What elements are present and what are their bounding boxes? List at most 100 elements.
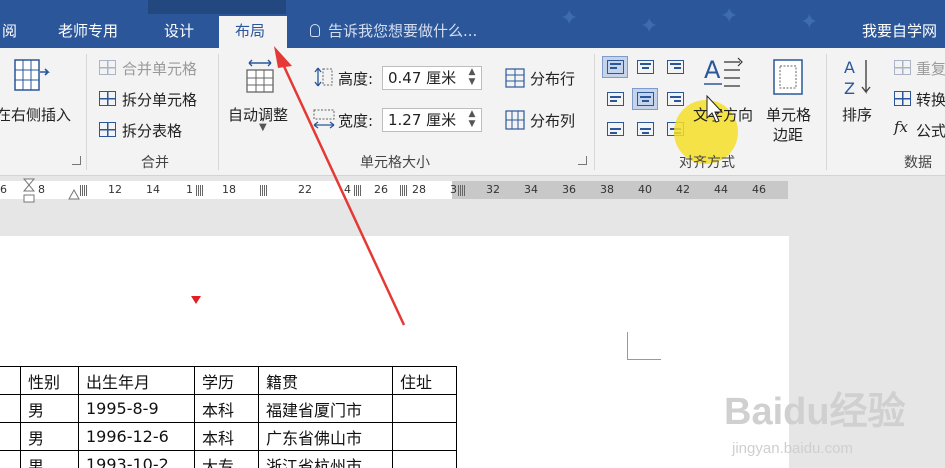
- spinner-arrows-icon[interactable]: ▲ ▼: [467, 109, 477, 129]
- split-table-icon: [99, 122, 116, 137]
- table-cell[interactable]: [392, 422, 457, 451]
- table-cell[interactable]: 浙江省杭州市: [258, 450, 393, 468]
- tab-teacher[interactable]: 老师专用: [42, 16, 134, 48]
- indent-marker-icon[interactable]: [22, 177, 36, 205]
- sort-label: 排序: [842, 106, 873, 124]
- height-label: 高度:: [338, 70, 374, 88]
- tab-layout[interactable]: 布局: [219, 16, 287, 48]
- ruler-number: 36: [562, 183, 576, 196]
- align-top-right-button[interactable]: [662, 56, 688, 78]
- table-row: 男 1995-8-9 本科 福建省厦门市: [0, 394, 457, 423]
- background-decoration: ✦: [800, 10, 819, 35]
- ruler-column-marker[interactable]: [80, 185, 88, 196]
- align-bottom-left-button[interactable]: [602, 118, 628, 140]
- split-cells-button[interactable]: 拆分单元格: [122, 89, 197, 110]
- group-label-merge: 合并: [141, 155, 169, 171]
- table-row: 性别 出生年月 学历 籍贯 住址: [0, 366, 457, 395]
- align-top-center-button[interactable]: [632, 56, 658, 78]
- svg-text:A: A: [704, 56, 721, 84]
- table-cell[interactable]: [0, 422, 21, 451]
- group-label-alignment: 对齐方式: [679, 155, 735, 171]
- table-cell[interactable]: 学历: [194, 366, 259, 395]
- formula-icon: fx: [894, 118, 909, 136]
- table-cell[interactable]: 出生年月: [78, 366, 195, 395]
- ruler-column-marker[interactable]: [458, 185, 466, 196]
- column-width-icon: [313, 109, 335, 129]
- horizontal-ruler[interactable]: 6 8 12 14 1 18 22 4 26 28 3 32 34 36 38 …: [0, 177, 945, 203]
- formula-button[interactable]: 公式: [916, 120, 945, 141]
- width-input[interactable]: 1.27 厘米 ▲ ▼: [382, 108, 482, 132]
- table-cell[interactable]: 籍贯: [258, 366, 393, 395]
- table-cell[interactable]: [392, 394, 457, 423]
- table-cell[interactable]: 1996-12-6: [78, 422, 195, 451]
- merge-cells-button[interactable]: 合并单元格: [122, 58, 197, 79]
- cell-margins-label-line2: 边距: [773, 126, 804, 144]
- table-cell[interactable]: 本科: [194, 422, 259, 451]
- table-cell[interactable]: 广东省佛山市: [258, 422, 393, 451]
- ruler-number: 8: [38, 183, 45, 196]
- ruler-column-marker[interactable]: [196, 185, 204, 196]
- ruler-number: 1: [186, 183, 193, 196]
- tell-me-search[interactable]: 告诉我您想要做什么...: [310, 16, 477, 46]
- table-cell[interactable]: 1995-8-9: [78, 394, 195, 423]
- row-height-icon: [314, 67, 333, 87]
- tell-me-text: 告诉我您想要做什么...: [328, 22, 478, 40]
- table-cell[interactable]: 福建省厦门市: [258, 394, 393, 423]
- ruler-number: 3: [450, 183, 457, 196]
- document-table[interactable]: 性别 出生年月 学历 籍贯 住址 男 1995-8-9 本科 福建省厦门市 男 …: [0, 366, 457, 468]
- ruler-number: 14: [146, 183, 160, 196]
- distribute-rows-button[interactable]: 分布行: [530, 68, 575, 89]
- distribute-rows-icon: [505, 68, 525, 88]
- baidu-watermark-url: jingyan.baidu.com: [732, 440, 853, 457]
- ribbon: 在右侧插入 合并单元格 拆分单元格 拆分表格 合并 自动调整 ▼ 高度: 0.4…: [0, 48, 945, 176]
- table-row: 男 1996-12-6 本科 广东省佛山市: [0, 422, 457, 451]
- ruler-column-marker[interactable]: [400, 185, 408, 196]
- ruler-column-marker[interactable]: [354, 185, 362, 196]
- align-middle-right-button[interactable]: [662, 88, 688, 110]
- table-cell[interactable]: [0, 394, 21, 423]
- text-direction-icon: A: [704, 56, 743, 87]
- table-cell[interactable]: 男: [20, 394, 79, 423]
- ruler-number: 12: [108, 183, 122, 196]
- table-cell[interactable]: 住址: [392, 366, 457, 395]
- split-table-button[interactable]: 拆分表格: [122, 120, 182, 141]
- align-middle-center-button[interactable]: [632, 88, 658, 110]
- align-middle-left-button[interactable]: [602, 88, 628, 110]
- repeat-header-icon: [894, 60, 911, 75]
- height-input[interactable]: 0.47 厘米 ▲ ▼: [382, 66, 482, 90]
- table-cell[interactable]: 性别: [20, 366, 79, 395]
- chevron-down-icon: ▼: [259, 122, 267, 133]
- insert-right-label: 在右侧插入: [0, 106, 72, 124]
- tab-stop-marker-icon[interactable]: [68, 189, 80, 201]
- ruler-number: 44: [714, 183, 728, 196]
- table-cell[interactable]: 大专: [194, 450, 259, 468]
- table-cell[interactable]: 1993-10-2: [78, 450, 195, 468]
- table-cell[interactable]: 男: [20, 422, 79, 451]
- tab-design[interactable]: 设计: [148, 16, 210, 48]
- dialog-launcher-icon[interactable]: [72, 156, 81, 165]
- tab-review[interactable]: 阅: [0, 16, 33, 48]
- ruler-number: 42: [676, 183, 690, 196]
- spinner-arrows-icon[interactable]: ▲ ▼: [467, 67, 477, 87]
- ruler-column-marker[interactable]: [260, 185, 268, 196]
- ruler-number: 26: [374, 183, 388, 196]
- ruler-number: 46: [752, 183, 766, 196]
- svg-text:A: A: [844, 58, 855, 77]
- distribute-columns-button[interactable]: 分布列: [530, 110, 575, 131]
- group-separator: [86, 54, 87, 170]
- table-cell[interactable]: 本科: [194, 394, 259, 423]
- repeat-header-button[interactable]: 重复: [916, 58, 945, 79]
- align-top-left-button[interactable]: [602, 56, 628, 78]
- ruler-number: 22: [298, 183, 312, 196]
- table-cell[interactable]: [0, 366, 21, 395]
- table-cell[interactable]: 男: [20, 450, 79, 468]
- table-cell[interactable]: [0, 450, 21, 468]
- table-cell[interactable]: [392, 450, 457, 468]
- autofit-label: 自动调整: [228, 106, 289, 124]
- dialog-launcher-icon[interactable]: [578, 156, 587, 165]
- align-bottom-center-button[interactable]: [632, 118, 658, 140]
- group-separator: [826, 54, 827, 170]
- table-tools-context-band: [148, 0, 286, 14]
- ruler-number: 6: [0, 183, 7, 196]
- convert-button[interactable]: 转换: [916, 89, 945, 110]
